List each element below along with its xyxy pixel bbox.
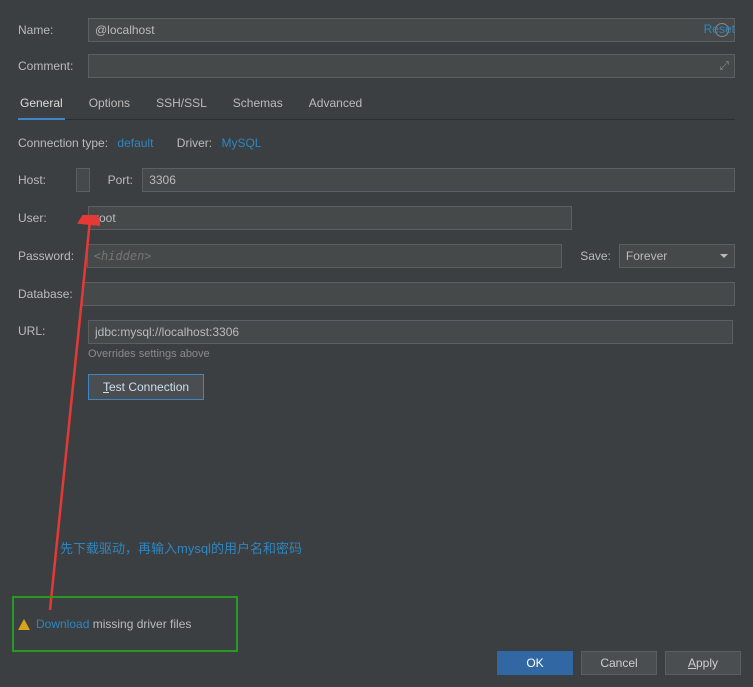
host-input[interactable] (76, 168, 90, 192)
test-connection-button[interactable]: Test Connection (88, 374, 204, 400)
database-label: Database: (18, 287, 82, 301)
download-link[interactable]: Download (36, 617, 89, 631)
url-input[interactable] (88, 320, 733, 344)
name-input[interactable] (88, 18, 735, 42)
password-input[interactable] (87, 244, 562, 268)
ok-button[interactable]: OK (497, 651, 573, 675)
password-label: Password: (18, 249, 87, 263)
annotation-text: 先下载驱动，再输入mysql的用户名和密码 (60, 538, 302, 557)
button-bar: OK Cancel Apply (497, 651, 741, 675)
connection-type-link[interactable]: default (117, 136, 153, 150)
comment-input[interactable] (88, 54, 735, 78)
apply-button[interactable]: Apply (665, 651, 741, 675)
name-label: Name: (18, 23, 88, 37)
driver-link[interactable]: MySQL (221, 136, 261, 150)
reset-link[interactable]: Reset (704, 22, 735, 36)
database-input[interactable] (82, 282, 735, 306)
chevron-down-icon (720, 254, 728, 258)
url-label: URL: (18, 320, 88, 338)
tab-general[interactable]: General (18, 90, 65, 120)
cancel-button[interactable]: Cancel (581, 651, 657, 675)
save-label: Save: (580, 249, 611, 263)
port-label: Port: (108, 173, 143, 187)
host-label: Host: (18, 173, 76, 187)
expand-icon[interactable]: ⤢ (719, 59, 729, 74)
tab-bar: General Options SSH/SSL Schemas Advanced (18, 90, 735, 120)
tab-ssh-ssl[interactable]: SSH/SSL (154, 90, 209, 119)
save-select[interactable]: Forever (619, 244, 735, 268)
save-select-value: Forever (626, 249, 667, 263)
driver-label: Driver: (177, 136, 212, 150)
user-label: User: (18, 211, 88, 225)
url-hint: Overrides settings above (88, 348, 733, 360)
comment-label: Comment: (18, 59, 88, 73)
tab-options[interactable]: Options (87, 90, 132, 119)
port-input[interactable] (142, 168, 735, 192)
connection-type-label: Connection type: (18, 136, 108, 150)
tab-schemas[interactable]: Schemas (231, 90, 285, 119)
tab-advanced[interactable]: Advanced (307, 90, 364, 119)
download-rest: missing driver files (89, 617, 191, 631)
warning-icon (18, 619, 30, 630)
download-driver-box: Download missing driver files (12, 596, 238, 652)
user-input[interactable] (88, 206, 572, 230)
